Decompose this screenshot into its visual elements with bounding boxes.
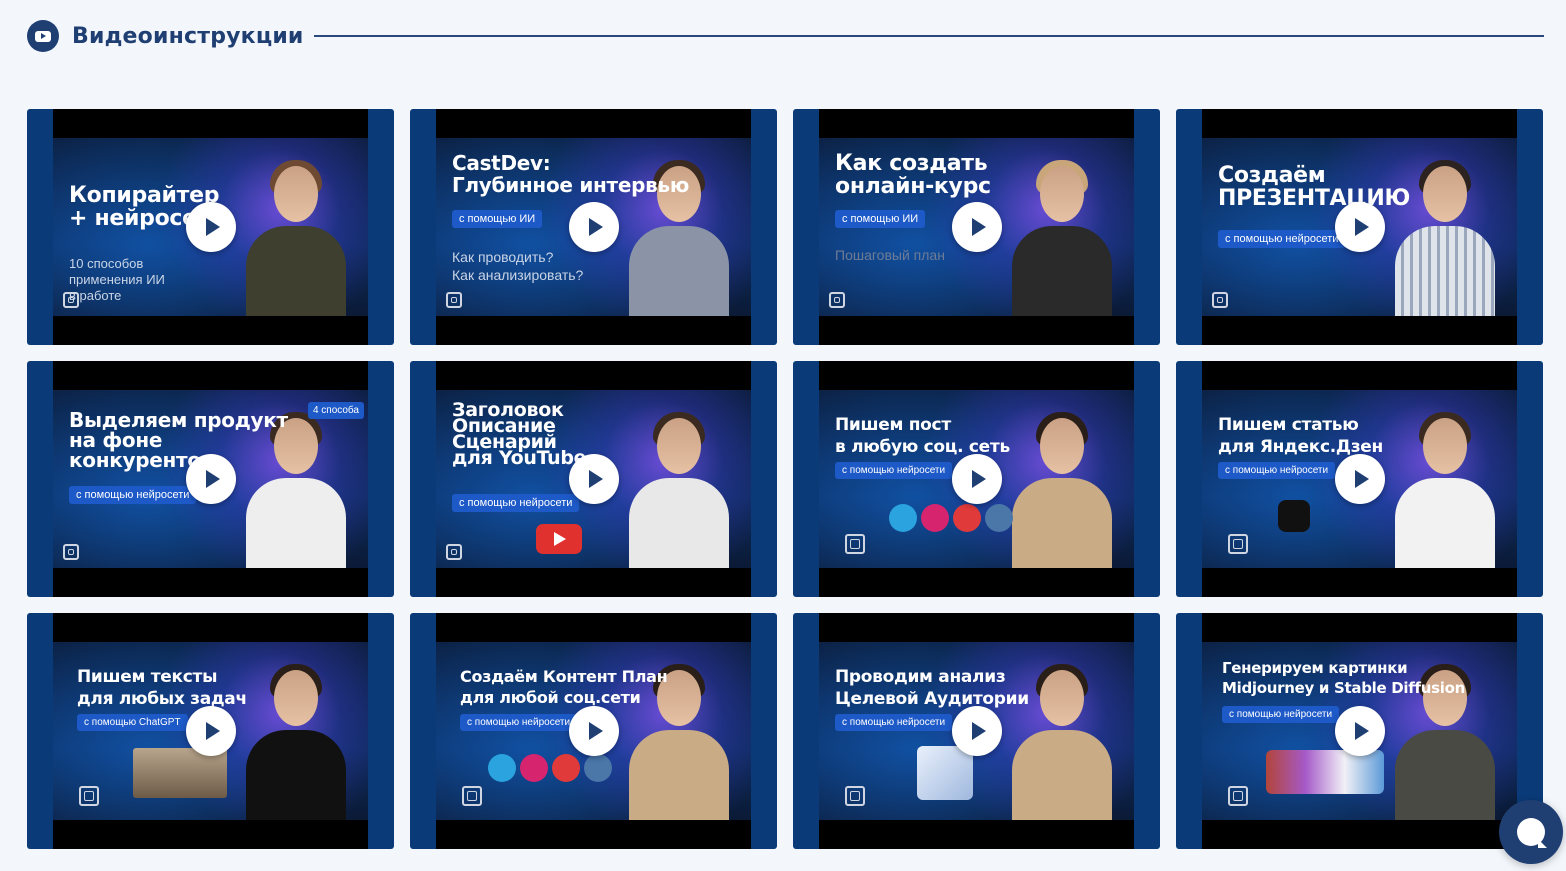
video-card[interactable]: CastDev: Глубинное интервью с помощью ИИ… [410,109,777,345]
brand-logo-icon [1228,534,1248,554]
video-title: Выделяем продукт на фоне конкурентов [69,408,288,472]
video-card[interactable]: Создаём Контент План для любой соц.сети … [410,613,777,849]
video-title: Генерируем картинки Midjourney и Stable … [1222,659,1465,697]
play-button[interactable] [185,202,236,252]
video-pill: с помощью нейросети [835,462,953,479]
analytics-illustration [917,746,973,800]
presenter-image [1389,408,1499,568]
social-icons [889,504,1013,532]
brand-logo-icon [446,544,462,560]
presenter-image [240,660,350,820]
play-button[interactable] [568,202,619,252]
video-card[interactable]: Пишем пост в любую соц. сеть с помощью н… [793,361,1160,597]
video-pill: с помощью нейросети [1218,462,1336,479]
brand-logo-icon [63,544,79,560]
video-title: Пишем тексты для любых задач [77,667,247,709]
header-divider [313,35,1544,37]
brand-logo-icon [829,292,845,308]
video-card[interactable]: Генерируем картинки Midjourney и Stable … [1176,613,1543,849]
presenter-image [240,156,350,316]
instagram-icon [921,504,949,532]
zen-logo-icon [1278,500,1310,532]
instagram-icon [520,754,548,782]
video-title: CastDev: Глубинное интервью [452,151,689,197]
tenchat-icon [953,504,981,532]
presenter-image [1006,408,1116,568]
play-button[interactable] [185,706,236,756]
play-button[interactable] [1334,202,1385,252]
video-card[interactable]: Проводим анализ Целевой Аудитории с помо… [793,613,1160,849]
brand-logo-icon [1228,786,1248,806]
video-card[interactable]: Пишем статью для Яндекс.Дзен с помощью н… [1176,361,1543,597]
video-title: Создаём ПРЕЗЕНТАЦИЮ [1218,163,1411,211]
video-title: Пишем пост в любую соц. сеть [835,415,1010,457]
telegram-icon [488,754,516,782]
tenchat-icon [552,754,580,782]
video-pill: с помощью нейросети [1222,706,1340,723]
video-pill: с помощью нейросети [452,494,580,512]
presenter-image [1006,156,1116,316]
play-button[interactable] [568,454,619,504]
video-pill: с помощью ИИ [452,210,543,228]
video-tag: 4 способа [307,402,364,419]
video-card[interactable]: Как создать онлайн-курс с помощью ИИ Пош… [793,109,1160,345]
generated-images-collage [1266,750,1384,794]
brand-logo-icon [446,292,462,308]
video-pill: с помощью ИИ [835,210,926,228]
video-pill: с помощью нейросети [69,486,197,504]
video-pill: с помощью ChatGPT [77,714,188,731]
play-button[interactable] [951,454,1002,504]
video-card[interactable]: Заголовок Описание Сценарий для YouTube … [410,361,777,597]
youtube-icon [27,20,59,52]
video-card[interactable]: Выделяем продукт на фоне конкурентов 4 с… [27,361,394,597]
play-button[interactable] [1334,454,1385,504]
youtube-logo-icon [536,524,582,554]
section-title: Видеоинструкции [72,23,304,49]
video-title: Проводим анализ Целевой Аудитории [835,667,1029,709]
play-button[interactable] [1334,706,1385,756]
video-title: Создаём Контент План для любой соц.сети [460,667,668,707]
section-header: Видеоинструкции [27,18,1544,54]
play-button[interactable] [568,706,619,756]
video-pill: с помощью нейросети [460,714,578,731]
brand-logo-icon [79,786,99,806]
video-card[interactable]: Пишем тексты для любых задач с помощью C… [27,613,394,849]
video-card[interactable]: Создаём ПРЕЗЕНТАЦИЮ с помощью нейросети [1176,109,1543,345]
video-grid: Копирайтер + нейросеть 10 способов приме… [27,109,1543,849]
vk-icon [985,504,1013,532]
vk-icon [584,754,612,782]
video-title: Заголовок Описание Сценарий для YouTube [452,399,587,469]
video-title: Пишем статью для Яндекс.Дзен [1218,415,1383,457]
presenter-image [623,408,733,568]
video-subtitle: 10 способов применения ИИ в работе [69,256,165,303]
video-pill: с помощью нейросети [1218,230,1346,248]
video-card[interactable]: Копирайтер + нейросеть 10 способов приме… [27,109,394,345]
play-button[interactable] [951,706,1002,756]
brand-logo-icon [845,534,865,554]
brand-logo-icon [1212,292,1228,308]
brand-logo-icon [63,292,79,308]
telegram-icon [889,504,917,532]
social-icons [488,754,612,782]
video-subtitle: Пошаговый план [835,247,945,263]
chat-widget-button[interactable] [1499,800,1563,864]
brand-logo-icon [462,786,482,806]
brand-logo-icon [845,786,865,806]
play-button[interactable] [185,454,236,504]
chat-bubble-icon [1517,818,1547,848]
video-pill: с помощью нейросети [835,714,953,731]
video-subtitle: Как проводить? Как анализировать? [452,249,584,283]
play-button[interactable] [951,202,1002,252]
video-title: Как создать онлайн-курс [835,151,991,199]
